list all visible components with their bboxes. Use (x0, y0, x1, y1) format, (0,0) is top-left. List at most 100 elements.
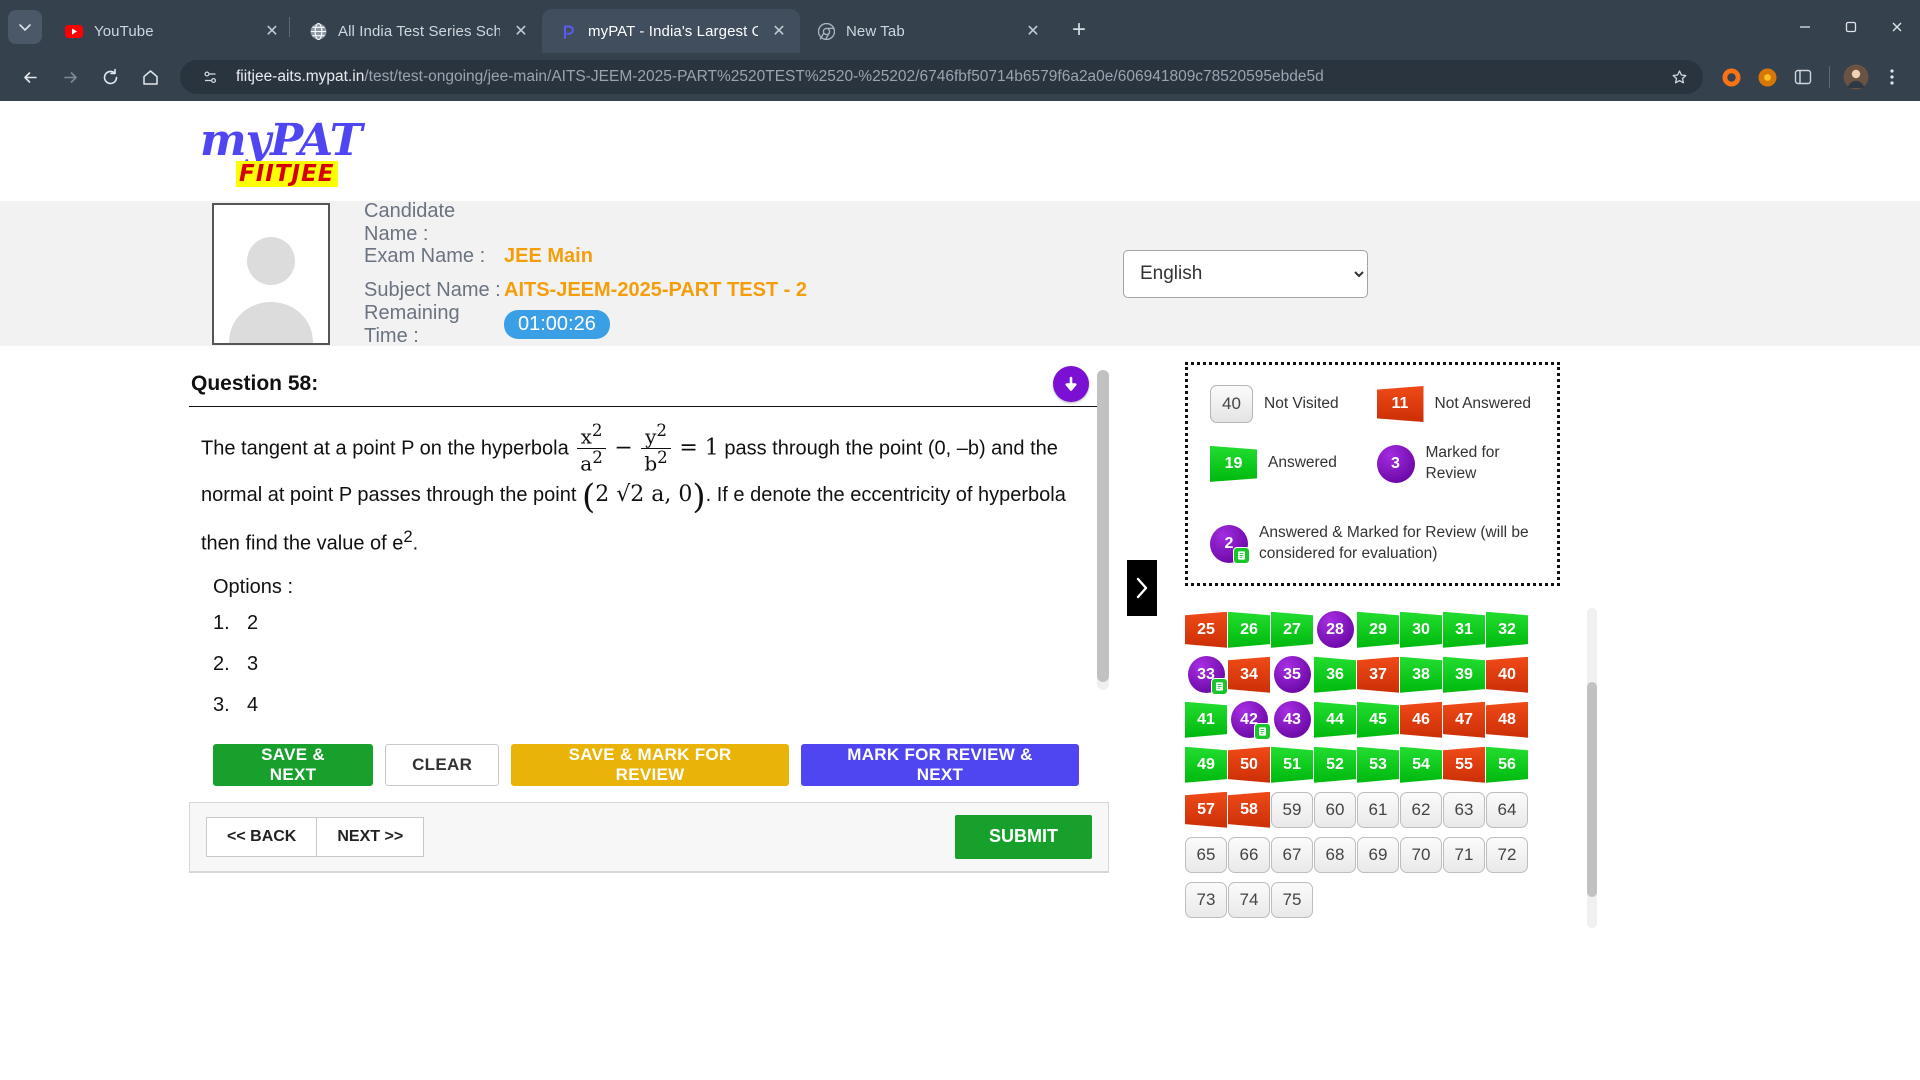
palette-question-32[interactable]: 32 (1486, 611, 1528, 648)
palette-question-56[interactable]: 56 (1486, 746, 1528, 783)
palette-question-75[interactable]: 75 (1271, 881, 1313, 918)
back-icon[interactable] (12, 59, 48, 95)
option-3[interactable]: 3. 4 (201, 685, 1091, 726)
back-button[interactable]: << BACK (206, 816, 317, 857)
close-window-icon[interactable] (1874, 0, 1920, 53)
browser-tab-mypat[interactable]: myPAT - India's Largest Online ✕ (542, 9, 800, 53)
palette-question-51[interactable]: 51 (1271, 746, 1313, 783)
submit-button[interactable]: SUBMIT (955, 814, 1092, 859)
bookmark-star-icon[interactable] (1663, 61, 1695, 93)
palette-question-37[interactable]: 37 (1357, 656, 1399, 693)
palette-question-62[interactable]: 62 (1400, 791, 1442, 828)
palette-question-46[interactable]: 46 (1400, 701, 1442, 738)
palette-question-25[interactable]: 25 (1185, 611, 1227, 648)
palette-question-44[interactable]: 44 (1314, 701, 1356, 738)
save-and-mark-for-review-button[interactable]: SAVE & MARK FOR REVIEW (511, 743, 789, 786)
palette-question-59[interactable]: 59 (1271, 791, 1313, 828)
palette-question-36[interactable]: 36 (1314, 656, 1356, 693)
fraction-denominator: a2 (577, 447, 606, 475)
palette-question-65[interactable]: 65 (1185, 836, 1227, 873)
palette-question-60[interactable]: 60 (1314, 791, 1356, 828)
palette-question-26[interactable]: 26 (1228, 611, 1270, 648)
close-icon[interactable]: ✕ (261, 20, 283, 42)
option-2[interactable]: 2. 3 (201, 644, 1091, 685)
save-and-next-button[interactable]: SAVE & NEXT (213, 743, 374, 786)
palette-question-43[interactable]: 43 (1271, 701, 1313, 739)
extension-amber-icon[interactable] (1751, 61, 1783, 93)
option-1[interactable]: 1. 2 (201, 603, 1091, 644)
palette-question-30[interactable]: 30 (1400, 611, 1442, 648)
palette-question-70[interactable]: 70 (1400, 836, 1442, 873)
mark-for-review-and-next-button[interactable]: MARK FOR REVIEW & NEXT (800, 743, 1079, 786)
clear-button[interactable]: CLEAR (385, 743, 500, 786)
browser-menu-icon[interactable] (1876, 61, 1908, 93)
palette-question-47[interactable]: 47 (1443, 701, 1485, 738)
reload-icon[interactable] (92, 59, 128, 95)
tab-search-button[interactable] (8, 10, 42, 44)
palette-question-61[interactable]: 61 (1357, 791, 1399, 828)
extensions-puzzle-icon[interactable] (1787, 61, 1819, 93)
site-settings-icon[interactable] (194, 61, 226, 93)
palette-question-74[interactable]: 74 (1228, 881, 1270, 918)
new-tab-button[interactable]: + (1062, 13, 1096, 47)
maximize-icon[interactable] (1828, 0, 1874, 53)
home-icon[interactable] (132, 59, 168, 95)
palette-question-39[interactable]: 39 (1443, 656, 1485, 693)
palette-question-69[interactable]: 69 (1357, 836, 1399, 873)
question-text-end: . (412, 532, 419, 555)
palette-question-64[interactable]: 64 (1486, 791, 1528, 828)
palette-question-71[interactable]: 71 (1443, 836, 1485, 873)
palette-question-72[interactable]: 72 (1486, 836, 1528, 873)
question-palette: 25 26 27 28 29 30 31 32 33 34 35 36 37 38 39 40 41 42 43 44… (1185, 611, 1575, 918)
extension-orange-icon[interactable] (1715, 61, 1747, 93)
minimize-icon[interactable] (1782, 0, 1828, 53)
palette-question-40[interactable]: 40 (1486, 656, 1528, 693)
question-scrollbar-thumb[interactable] (1097, 370, 1109, 682)
legend-marker-answered-and-marked: 2 (1210, 524, 1250, 564)
panel-toggle-button[interactable] (1127, 560, 1157, 616)
palette-scrollbar[interactable] (1587, 607, 1597, 928)
browser-tab-new-tab[interactable]: New Tab ✕ (800, 9, 1054, 53)
close-icon[interactable]: ✕ (1022, 20, 1044, 42)
palette-question-52[interactable]: 52 (1314, 746, 1356, 783)
palette-question-50[interactable]: 50 (1228, 746, 1270, 783)
next-button[interactable]: NEXT >> (316, 816, 425, 857)
scroll-down-icon[interactable] (1053, 366, 1089, 402)
palette-question-42[interactable]: 42 (1228, 701, 1271, 741)
palette-question-48[interactable]: 48 (1486, 701, 1528, 738)
palette-question-73[interactable]: 73 (1185, 881, 1227, 918)
forward-icon[interactable] (52, 59, 88, 95)
close-icon[interactable]: ✕ (768, 20, 790, 42)
palette-question-33[interactable]: 33 (1185, 656, 1228, 696)
palette-question-41[interactable]: 41 (1185, 701, 1227, 738)
site-header: myPAT FIITJEE (0, 101, 1920, 201)
language-select[interactable]: English (1123, 249, 1368, 298)
close-icon[interactable]: ✕ (510, 20, 532, 42)
address-bar[interactable]: fiitjee-aits.mypat.in/test/test-ongoing/… (180, 60, 1703, 94)
palette-question-34[interactable]: 34 (1228, 656, 1270, 693)
palette-question-58[interactable]: 58 (1228, 791, 1270, 828)
palette-question-45[interactable]: 45 (1357, 701, 1399, 738)
palette-orb: 28 (1316, 611, 1354, 649)
palette-question-68[interactable]: 68 (1314, 836, 1356, 873)
palette-question-55[interactable]: 55 (1443, 746, 1485, 783)
palette-question-38[interactable]: 38 (1400, 656, 1442, 693)
mypat-logo[interactable]: myPAT FIITJEE (200, 119, 370, 187)
palette-question-53[interactable]: 53 (1357, 746, 1399, 783)
palette-question-35[interactable]: 35 (1271, 656, 1313, 694)
browser-tab-youtube[interactable]: YouTube ✕ (48, 9, 293, 53)
palette-question-67[interactable]: 67 (1271, 836, 1313, 873)
palette-question-29[interactable]: 29 (1357, 611, 1399, 648)
palette-question-28[interactable]: 28 (1314, 611, 1356, 649)
palette-question-31[interactable]: 31 (1443, 611, 1485, 648)
question-scrollbar[interactable] (1097, 370, 1109, 690)
palette-question-66[interactable]: 66 (1228, 836, 1270, 873)
palette-question-63[interactable]: 63 (1443, 791, 1485, 828)
palette-question-27[interactable]: 27 (1271, 611, 1313, 648)
palette-question-57[interactable]: 57 (1185, 791, 1227, 828)
palette-question-49[interactable]: 49 (1185, 746, 1227, 783)
browser-tab-test-series[interactable]: All India Test Series Schdule for ✕ (292, 9, 542, 53)
palette-scrollbar-thumb[interactable] (1587, 681, 1597, 897)
palette-question-54[interactable]: 54 (1400, 746, 1442, 783)
avatar[interactable] (1840, 61, 1872, 93)
